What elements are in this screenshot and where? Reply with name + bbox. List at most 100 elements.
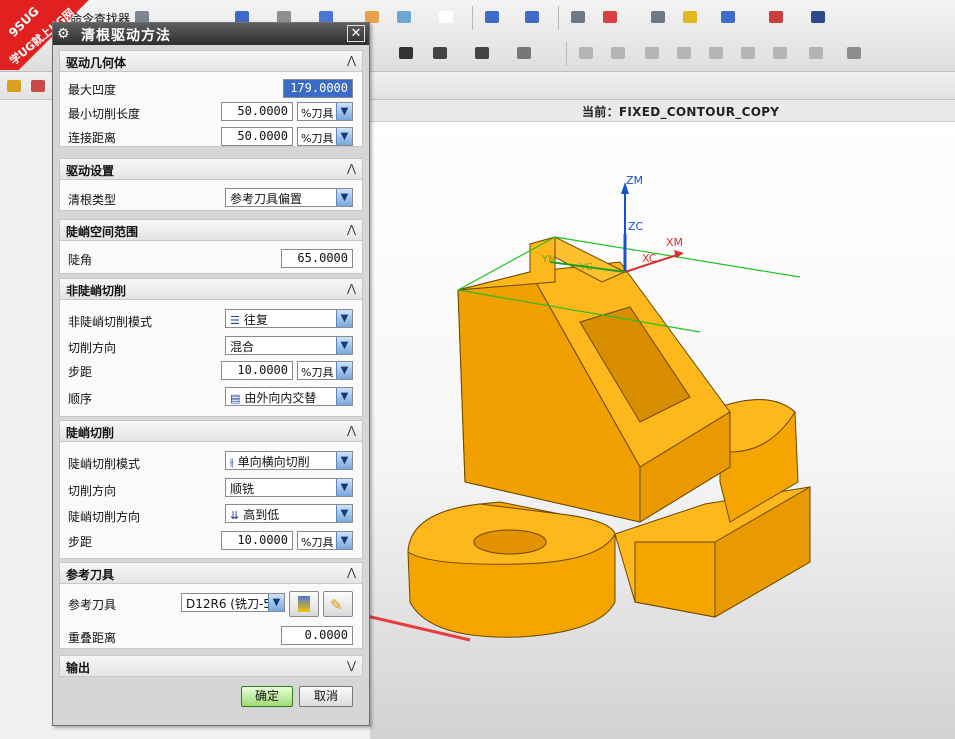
steep-pattern-select[interactable]: ⫲ 单向横向切削 ▼ <box>225 451 353 470</box>
filter-icon[interactable] <box>26 75 50 97</box>
non-steep-stepover-label: 步距 <box>68 365 93 379</box>
steep-angle-field[interactable]: 65.0000 <box>281 249 353 268</box>
disabled-icon <box>672 42 696 64</box>
chevron-down-icon[interactable]: ▼ <box>336 452 352 469</box>
chevron-down-icon[interactable]: ▼ <box>336 479 352 496</box>
cancel-button[interactable]: 取消 <box>299 686 353 707</box>
measure-icon[interactable] <box>764 6 788 28</box>
verify-icon[interactable] <box>520 6 544 28</box>
min-cut-length-unit[interactable]: %刀具 ▼ <box>297 102 353 121</box>
non-steep-stepover-field[interactable]: 10.0000 <box>221 361 293 380</box>
current-operation-label: 当前：FIXED_CONTOUR_COPY <box>582 105 780 119</box>
non-steep-order-select[interactable]: ▤ 由外向内交替 ▼ <box>225 387 353 406</box>
min-cut-length-field[interactable]: 50.0000 <box>221 102 293 121</box>
axis-label-zc: ZC <box>628 220 644 233</box>
select-value: 高到低 <box>243 508 280 522</box>
snap-icon[interactable] <box>2 75 26 97</box>
chevron-up-icon[interactable]: ⋀ <box>347 223 356 236</box>
select-value: 由外向内交替 <box>244 391 317 405</box>
section-title: 非陡峭切削 <box>66 284 127 298</box>
select-value: 往复 <box>243 313 268 327</box>
section-title: 参考刀具 <box>66 568 115 582</box>
cleanup-type-select[interactable]: 参考刀具偏置 ▼ <box>225 188 353 207</box>
section-drive-geometry[interactable]: 驱动几何体 ⋀ <box>59 50 363 72</box>
list-icon[interactable] <box>566 6 590 28</box>
dialog-titlebar[interactable]: ⚙ 清根驱动方法 ✕ <box>53 23 369 45</box>
steep-angle-label: 陡角 <box>68 253 93 267</box>
section-steep[interactable]: 陡峭切削 ⋀ <box>59 420 363 442</box>
gear-tool-icon[interactable] <box>646 6 670 28</box>
chevron-up-icon[interactable]: ⋀ <box>347 424 356 437</box>
section-title: 陡峭切削 <box>66 426 115 440</box>
min-cut-length-label: 最小切削长度 <box>68 107 141 121</box>
section-steep-range[interactable]: 陡峭空间范围 ⋀ <box>59 219 363 241</box>
rect-icon[interactable] <box>434 6 458 28</box>
new-tool-button[interactable] <box>289 591 319 617</box>
section-drive-settings[interactable]: 驱动设置 ⋀ <box>59 158 363 180</box>
section-title: 陡峭空间范围 <box>66 225 139 239</box>
link-distance-unit[interactable]: %刀具 ▼ <box>297 127 353 146</box>
chevron-up-icon[interactable]: ⋀ <box>347 282 356 295</box>
edit-tool-button[interactable]: ✎ <box>323 591 353 617</box>
ok-button[interactable]: 确定 <box>241 686 293 707</box>
section-output[interactable]: 输出 ⋁ <box>59 655 363 677</box>
steep-direction-select[interactable]: 顺铣 ▼ <box>225 478 353 497</box>
graphics-viewport[interactable]: ZM ZC XM XC YM YC <box>370 122 955 739</box>
chevron-down-icon[interactable]: ▼ <box>336 103 352 120</box>
chevron-down-icon[interactable]: ▼ <box>336 362 352 379</box>
chevron-down-icon[interactable]: ⋁ <box>347 659 356 672</box>
toolbar-separator <box>566 42 567 66</box>
steep-cut-direction-select[interactable]: ⇊ 高到低 ▼ <box>225 504 353 523</box>
mcs-icon[interactable] <box>598 6 622 28</box>
chevron-down-icon[interactable]: ▼ <box>336 388 352 405</box>
disabled-icon <box>640 42 664 64</box>
section-non-steep[interactable]: 非陡峭切削 ⋀ <box>59 278 363 300</box>
chevron-down-icon[interactable]: ▼ <box>336 532 352 549</box>
cleanup-type-label: 清根类型 <box>68 193 117 207</box>
non-steep-pattern-select[interactable]: ☰ 往复 ▼ <box>225 309 353 328</box>
parallel-lines-icon: ⫲ <box>230 456 234 469</box>
chevron-down-icon[interactable]: ▼ <box>268 594 284 611</box>
delete-icon[interactable] <box>842 42 866 64</box>
chevron-down-icon[interactable]: ▼ <box>336 128 352 145</box>
disabled-icon <box>804 42 828 64</box>
toolbar-separator <box>558 6 559 30</box>
overlap-distance-label: 重叠距离 <box>68 631 117 645</box>
reference-tool-select[interactable]: D12R6 (铣刀-5 ▼ <box>181 593 285 612</box>
chevron-down-icon[interactable]: ▼ <box>336 337 352 354</box>
chevron-up-icon[interactable]: ⋀ <box>347 162 356 175</box>
simulate-icon[interactable] <box>678 6 702 28</box>
gear-icon: ⚙ <box>57 26 70 42</box>
play-icon[interactable] <box>470 42 494 64</box>
non-steep-direction-select[interactable]: 混合 ▼ <box>225 336 353 355</box>
chevron-down-icon[interactable]: ▼ <box>336 505 352 522</box>
reference-tool-label: 参考刀具 <box>68 598 117 612</box>
axis-label-ym: YM <box>542 254 557 265</box>
chevron-down-icon[interactable]: ▼ <box>336 310 352 327</box>
chevron-down-icon[interactable]: ▼ <box>336 189 352 206</box>
ruler-icon[interactable] <box>806 6 830 28</box>
chevron-up-icon[interactable]: ⋀ <box>347 54 356 67</box>
select-value: 参考刀具偏置 <box>230 192 303 206</box>
cut-icon[interactable] <box>394 42 418 64</box>
select-value: 顺铣 <box>230 482 255 496</box>
axis-label-zm: ZM <box>626 174 644 187</box>
close-button[interactable]: ✕ <box>347 25 365 42</box>
non-steep-stepover-unit[interactable]: %刀具 ▼ <box>297 361 353 380</box>
probe-icon[interactable] <box>512 42 536 64</box>
link-distance-field[interactable]: 50.0000 <box>221 127 293 146</box>
view-icon[interactable] <box>392 6 416 28</box>
section-title: 驱动设置 <box>66 164 115 178</box>
steep-stepover-field[interactable]: 10.0000 <box>221 531 293 550</box>
steep-stepover-unit[interactable]: %刀具 ▼ <box>297 531 353 550</box>
disabled-icon <box>736 42 760 64</box>
path-icon[interactable] <box>428 42 452 64</box>
steep-direction-label: 切削方向 <box>68 484 117 498</box>
tool-path-icon[interactable] <box>480 6 504 28</box>
overlap-distance-field[interactable]: 0.0000 <box>281 626 353 645</box>
chevron-up-icon[interactable]: ⋀ <box>347 566 356 579</box>
section-reference-tool[interactable]: 参考刀具 ⋀ <box>59 562 363 584</box>
max-concavity-field[interactable]: 179.0000 <box>283 79 353 98</box>
machine-icon[interactable] <box>716 6 740 28</box>
steep-pattern-label: 陡峭切削模式 <box>68 457 141 471</box>
